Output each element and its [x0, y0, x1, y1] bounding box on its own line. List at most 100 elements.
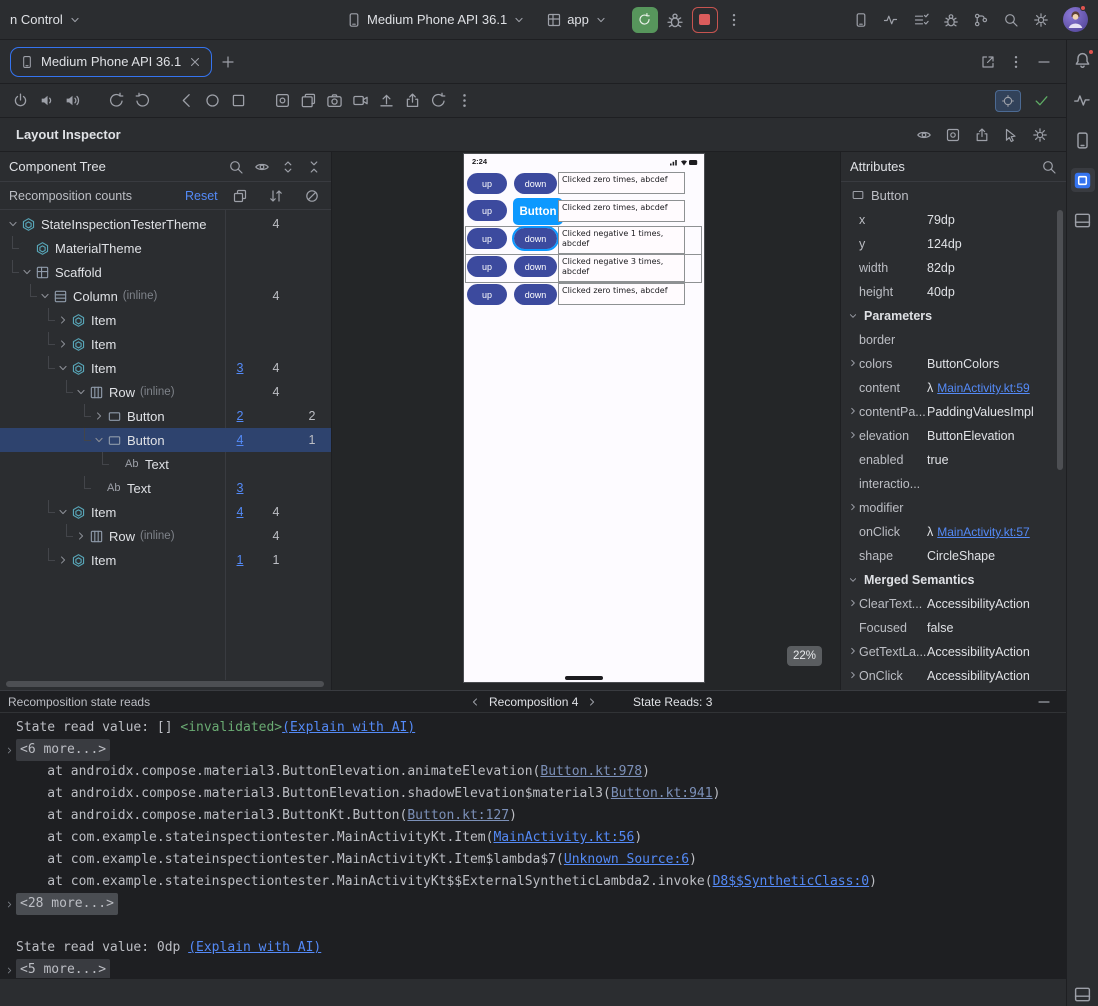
recomposition-count-link[interactable]: 3 [228, 476, 252, 500]
power-icon[interactable] [12, 92, 29, 109]
attr-row-y[interactable]: y 124dp [841, 232, 1066, 256]
device-tab[interactable]: Medium Phone API 36.1 [10, 46, 213, 77]
source-location-link[interactable]: MainActivity.kt:56 [493, 827, 634, 849]
chevron-down-icon[interactable] [20, 265, 34, 279]
device-streaming-icon[interactable] [853, 12, 869, 28]
share-icon[interactable] [404, 92, 421, 109]
tree-node-materialtheme[interactable]: MaterialTheme [0, 236, 331, 260]
down-button-selected[interactable]: down [512, 226, 559, 251]
up-button[interactable]: up [467, 228, 507, 249]
attr-section-merged-semantics[interactable]: Merged Semantics [841, 568, 1066, 592]
tree-node-item[interactable]: Item [0, 308, 331, 332]
more-run-actions-icon[interactable] [726, 12, 742, 28]
disable-counts-icon[interactable] [304, 188, 320, 204]
source-location-link[interactable]: MainActivity.kt:57 [937, 525, 1029, 539]
profiler-icon[interactable] [883, 12, 899, 28]
attr-row-height[interactable]: height 40dp [841, 280, 1066, 304]
inspect-mode-toggle[interactable] [995, 89, 1021, 112]
search-icon[interactable] [228, 159, 244, 175]
attr-expand-toggle[interactable] [847, 597, 859, 612]
search-icon[interactable] [1041, 159, 1057, 175]
expand-icon[interactable] [847, 645, 859, 657]
attr-row-x[interactable]: x 79dp [841, 208, 1066, 232]
toolwindow-tool-window-layout-button[interactable] [1071, 982, 1095, 1006]
attr-row-onclick[interactable]: onClick λ MainActivity.kt:57 [841, 520, 1066, 544]
inspector-settings-icon[interactable] [1032, 127, 1048, 143]
attr-row-elevation[interactable]: elevation ButtonElevation [841, 424, 1066, 448]
attr-row-modifier[interactable]: modifier [841, 496, 1066, 520]
attr-expand-toggle[interactable] [847, 669, 859, 684]
overview-icon[interactable] [230, 92, 247, 109]
up-button[interactable]: up [467, 256, 507, 277]
recomposition-count-link[interactable]: 3 [228, 356, 252, 380]
source-location-link[interactable]: MainActivity.kt:59 [937, 381, 1029, 395]
expand-fold-icon[interactable] [4, 965, 16, 976]
vcs-widget[interactable]: n Control [4, 8, 88, 31]
attr-row-interactio[interactable]: interactio... [841, 472, 1066, 496]
attr-section-parameters[interactable]: Parameters [841, 304, 1066, 328]
expand-icon[interactable] [847, 429, 859, 441]
back-icon[interactable] [178, 92, 195, 109]
prev-recomposition-icon[interactable] [468, 695, 482, 709]
hide-panel-icon[interactable] [1036, 694, 1052, 710]
expand-icon[interactable] [847, 669, 859, 681]
record-video-icon[interactable] [352, 92, 369, 109]
home-icon[interactable] [204, 92, 221, 109]
run-config-selector[interactable]: app [540, 8, 614, 32]
chevron-right-icon[interactable] [92, 409, 106, 423]
more-icon[interactable] [456, 92, 473, 109]
tree-node-stateinspectiontestertheme[interactable]: StateInspectionTesterTheme 4 [0, 212, 331, 236]
recomposition-count-link[interactable]: 1 [228, 548, 252, 572]
attr-row-width[interactable]: width 82dp [841, 256, 1066, 280]
explain-with-ai-link[interactable]: (Explain with AI) [188, 937, 321, 959]
chevron-right-icon[interactable] [74, 529, 88, 543]
chevron-right-icon[interactable] [56, 553, 70, 567]
attr-row-colors[interactable]: colors ButtonColors [841, 352, 1066, 376]
expand-all-icon[interactable] [280, 159, 296, 175]
chevron-right-icon[interactable] [56, 313, 70, 327]
fold-toggle[interactable]: <5 more...> [16, 959, 111, 978]
tree-node-item[interactable]: Item 3 4 [0, 356, 331, 380]
next-recomposition-icon[interactable] [585, 695, 599, 709]
up-button[interactable]: up [467, 200, 507, 221]
tree-node-row[interactable]: Row (inline) 4 [0, 524, 331, 548]
user-avatar[interactable] [1063, 5, 1088, 32]
attr-expand-toggle[interactable] [847, 357, 859, 372]
chevron-down-icon[interactable] [6, 217, 20, 231]
volume-up-icon[interactable] [64, 92, 81, 109]
attr-expand-toggle[interactable] [847, 429, 859, 444]
horizontal-scrollbar[interactable] [6, 681, 324, 687]
fold-toggle[interactable]: <28 more...> [16, 893, 118, 915]
settings-icon[interactable] [1033, 12, 1049, 28]
app-insights-icon[interactable] [943, 12, 959, 28]
tree-node-item[interactable]: Item [0, 332, 331, 356]
sort-counts-icon[interactable] [268, 188, 284, 204]
gradle-icon[interactable] [973, 12, 989, 28]
vertical-scrollbar[interactable] [1057, 210, 1063, 470]
expand-fold-icon[interactable] [4, 899, 16, 910]
expand-fold-icon[interactable] [4, 745, 16, 756]
rotate-right-icon[interactable] [134, 92, 151, 109]
toolwindow-device-manager-button[interactable] [1071, 128, 1095, 152]
chevron-down-icon[interactable] [38, 289, 52, 303]
chevron-down-icon[interactable] [56, 361, 70, 375]
chevron-right-icon[interactable] [56, 337, 70, 351]
down-button[interactable]: down [514, 173, 557, 194]
device-screen[interactable]: 2:24 up down Clicked zero times, abcdef up B… [463, 153, 705, 683]
down-button[interactable]: down [514, 256, 557, 277]
tree-node-button[interactable]: Button 4 1 [0, 428, 331, 452]
camera-icon[interactable] [326, 92, 343, 109]
pick-element-icon[interactable] [1003, 127, 1019, 143]
highlighted-button[interactable]: Button [513, 198, 563, 225]
tree-node-text[interactable]: Ab Text 3 [0, 476, 331, 500]
expand-icon[interactable] [847, 501, 859, 513]
attr-expand-toggle[interactable] [847, 501, 859, 516]
chevron-down-icon[interactable] [74, 385, 88, 399]
tree-node-button[interactable]: Button 2 2 [0, 404, 331, 428]
section-collapse-icon[interactable] [847, 310, 859, 322]
reset-icon[interactable] [430, 92, 447, 109]
collapse-all-icon[interactable] [306, 159, 322, 175]
recomposition-count-link[interactable]: 4 [228, 500, 252, 524]
chevron-down-icon[interactable] [92, 433, 106, 447]
source-location-link[interactable]: Button.kt:127 [407, 805, 509, 827]
